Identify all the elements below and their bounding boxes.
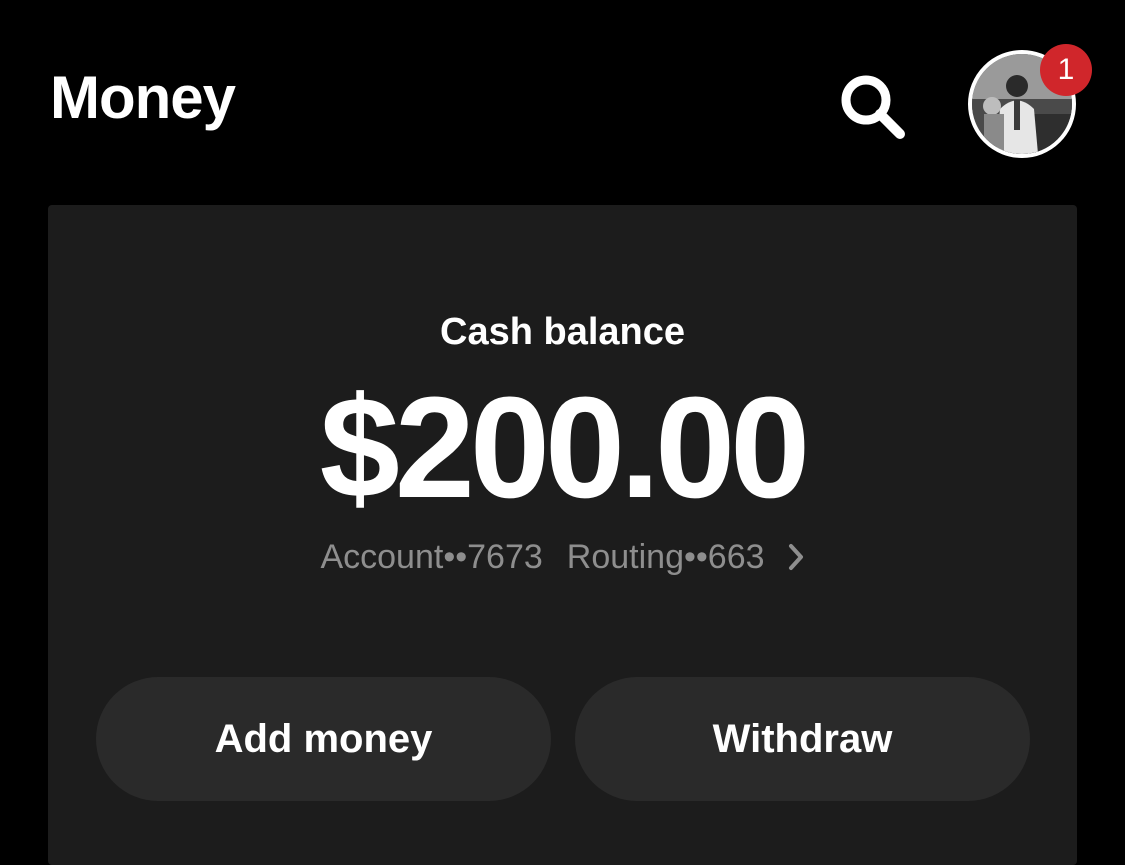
add-money-button[interactable]: Add money bbox=[96, 677, 551, 801]
routing-label: Routing bbox=[566, 538, 684, 576]
page-title: Money bbox=[50, 64, 236, 131]
account-number: ••7673 bbox=[443, 538, 543, 576]
balance-amount: $200.00 bbox=[319, 367, 811, 528]
search-button[interactable] bbox=[832, 66, 914, 148]
top-bar: Money 1 bbox=[0, 0, 1125, 200]
profile-button[interactable]: 1 bbox=[968, 44, 1092, 158]
withdraw-button[interactable]: Withdraw bbox=[575, 677, 1030, 801]
account-label: Account bbox=[320, 538, 444, 576]
cash-balance-card: Cash balance $200.00 Account ••7673 Rout… bbox=[48, 205, 1077, 865]
balance-label: Cash balance bbox=[440, 311, 685, 353]
notification-badge: 1 bbox=[1040, 44, 1092, 96]
search-icon bbox=[841, 75, 905, 139]
account-details-link[interactable]: Account ••7673 Routing ••663 bbox=[48, 535, 1077, 579]
routing-number: ••663 bbox=[683, 538, 765, 576]
chevron-right-icon bbox=[787, 542, 805, 572]
